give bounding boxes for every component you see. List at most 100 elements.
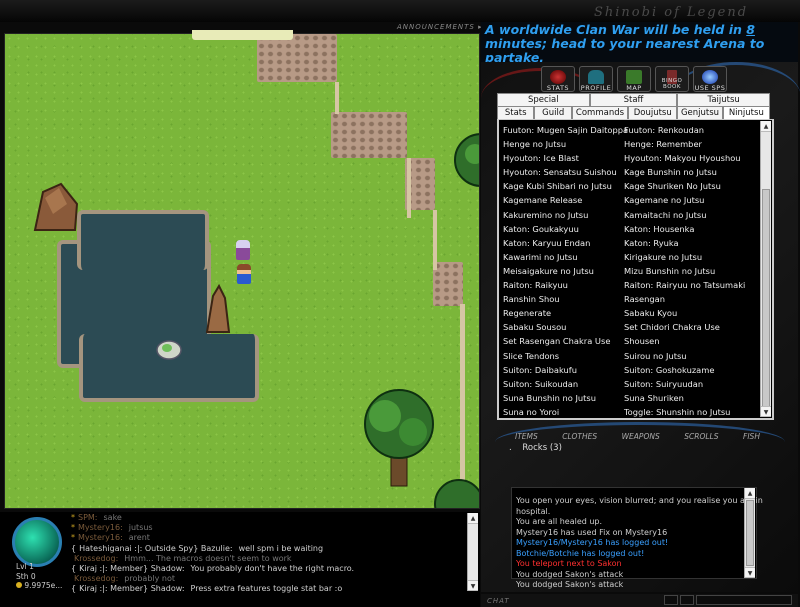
jutsu-item[interactable]: Henge no Jutsu [503,137,624,151]
jutsu-item[interactable]: Katon: Ryuka [624,236,745,250]
corner-button[interactable] [664,595,678,605]
jutsu-item[interactable]: Set Rasengan Chakra Use [503,334,624,348]
jutsu-item[interactable]: Hyouton: Ice Blast [503,151,624,165]
jutsu-item[interactable]: Raiton: Rairyuu no Tatsumaki [624,278,745,292]
tab-weapons[interactable]: WEAPONS [622,432,660,441]
jutsu-item[interactable]: Kage Bunshin no Jutsu [624,165,745,179]
jutsu-item[interactable]: Kirigakure no Jutsu [624,250,745,264]
tab-fish[interactable]: FISH [743,432,760,441]
tab-commands[interactable]: Commands [571,106,629,120]
scroll-down-icon[interactable]: ▼ [468,580,478,591]
stats-button[interactable]: STATS [541,66,575,92]
scroll-up-icon[interactable]: ▲ [468,513,478,524]
jutsu-item[interactable]: Regenerate [503,306,624,320]
log-line: hospital. [516,506,551,516]
jutsu-item[interactable]: Katon: Housenka [624,222,745,236]
jutsu-scrollbar[interactable]: ▲ ▼ [760,121,771,417]
jutsu-item[interactable]: Hyouton: Makyou Hyoushou [624,151,745,165]
jutsu-item[interactable]: Suiton: Suiryuudan [624,377,745,391]
inventory-item-rocks[interactable]: Rocks (3) [522,443,562,453]
chat-text: arent [128,533,150,543]
tab-ninjutsu[interactable]: Ninjutsu [722,106,770,120]
scroll-thumb[interactable] [746,500,754,566]
announcements-label[interactable]: ANNOUNCEMENTS ▸▸ [397,23,487,31]
chat-scrollbar[interactable]: ▲ ▼ [467,513,478,591]
jutsu-item[interactable]: Kagemane Release [503,193,624,207]
chat-sender[interactable]: SPM: [78,513,98,522]
jutsu-item[interactable]: Suirou no Jutsu [624,349,745,363]
map-button[interactable]: MAP [617,66,651,92]
chat-message: * Mystery16: arent [71,533,466,543]
chat-sender[interactable]: Krossedog: [74,574,118,583]
jutsu-item[interactable]: Suna Bunshin no Jutsu [503,391,624,405]
corner-button[interactable] [680,595,694,605]
tab-scrolls[interactable]: SCROLLS [684,432,718,441]
jutsu-item[interactable]: Suiton: Goshokuzame [624,363,745,377]
jutsu-item[interactable]: Katon: Karyuu Endan [503,236,624,250]
scroll-down-icon[interactable]: ▼ [761,406,771,417]
jutsu-item[interactable]: Suiton: Daibakufu [503,363,624,377]
jutsu-item[interactable]: Rasengan [624,292,745,306]
jutsu-item[interactable]: Kage Shuriken No Jutsu [624,179,745,193]
jutsu-item[interactable]: Katon: Goukakyuu [503,222,624,236]
jutsu-item[interactable]: Meisaigakure no Jutsu [503,264,624,278]
jutsu-item[interactable]: Fuuton: Mugen Sajin Daitoppa [503,123,628,137]
scroll-thumb[interactable] [762,189,770,407]
tab-stats[interactable]: Stats [497,106,535,120]
chat-text: well spm i be waiting [238,543,324,553]
use-sps-button[interactable]: USE SPS [693,66,727,92]
jutsu-item[interactable]: Sabaku Sousou [503,320,624,334]
jutsu-item[interactable]: Mizu Bunshin no Jutsu [624,264,745,278]
player-character[interactable] [237,264,251,284]
jutsu-item[interactable]: Sabaku Kyou [624,306,745,320]
jutsu-item[interactable]: Suna Shuriken [624,391,745,405]
bingo-book-button[interactable]: BINGO BOOK [655,66,689,92]
profile-button[interactable]: PROFILE [579,66,613,92]
jutsu-item[interactable]: Slice Tendons [503,349,624,363]
jutsu-item[interactable]: Fuuton: Renkoudan [624,123,745,137]
jutsu-item[interactable]: Kage Kubi Shibari no Jutsu [503,179,624,193]
jutsu-item[interactable]: Suna no Yoroi [503,405,624,419]
tab-clothes[interactable]: CLOTHES [562,432,597,441]
menu-icon-bar: STATS PROFILE MAP BINGO BOOK USE SPS [541,66,727,92]
jutsu-item[interactable]: Suiton: Suikoudan [503,377,624,391]
jutsu-item[interactable]: Kawarimi no Jutsu [503,250,624,264]
jutsu-item[interactable]: Set Chidori Chakra Use [624,320,745,334]
chat-sender[interactable]: Krossedog: [74,554,118,563]
jutsu-list[interactable]: Fuuton: Mugen Sajin Daitoppa Henge no Jut… [497,119,774,420]
chat-text: Hmm... The macros doesn't seem to work [124,553,292,563]
jutsu-item[interactable]: Toggle: Shunshin no Jutsu [624,405,745,419]
jutsu-item[interactable]: Kakuremino no Jutsu [503,208,624,222]
broadcast-message: A worldwide Clan War will be held in 8 m… [481,22,798,65]
npc-character[interactable] [236,240,250,260]
chat-sender[interactable]: Mystery16: [78,533,123,542]
tab-doujutsu[interactable]: Doujutsu [628,106,678,120]
tab-staff[interactable]: Staff [589,93,678,107]
jutsu-column-left: Fuuton: Mugen Sajin Daitoppa Henge no Jut… [503,123,628,419]
tab-genjutsu[interactable]: Genjutsu [677,106,723,120]
chat-sender[interactable]: Kiraj :|: Member} Shadow: [79,584,184,593]
chat-text: sake [103,513,122,522]
scroll-down-icon[interactable]: ▼ [745,567,755,578]
game-map[interactable] [4,33,480,509]
chat-sender[interactable]: Mystery16: [78,523,123,532]
jutsu-item[interactable]: Raiton: Raikyuu [503,278,624,292]
log-scrollbar[interactable]: ▲ ▼ [744,488,755,578]
log-line: Botchie/Botchie has logged out! [516,548,645,558]
jutsu-item[interactable]: Kamaitachi no Jutsu [624,208,745,222]
jutsu-item[interactable]: Shousen [624,334,745,348]
jutsu-item[interactable]: Kagemane no Jutsu [624,193,745,207]
chat-sender[interactable]: Hateshiganai :|: Outside Spy} Bazulie: [79,544,232,553]
scroll-up-icon[interactable]: ▲ [761,121,771,132]
tab-taijutsu[interactable]: Taijutsu [677,93,770,107]
jutsu-item[interactable]: Henge: Remember [624,137,745,151]
tab-items[interactable]: ITEMS [515,432,538,441]
announcement-tab[interactable] [192,30,293,40]
tab-special[interactable]: Special [497,93,590,107]
chat-sender[interactable]: Kiraj :|: Member} Shadow: [79,564,184,573]
scroll-up-icon[interactable]: ▲ [745,488,755,499]
tab-guild[interactable]: Guild [534,106,572,120]
corner-field[interactable] [696,595,792,605]
jutsu-item[interactable]: Ranshin Shou [503,292,624,306]
jutsu-item[interactable]: Hyouton: Sensatsu Suishou [503,165,624,179]
